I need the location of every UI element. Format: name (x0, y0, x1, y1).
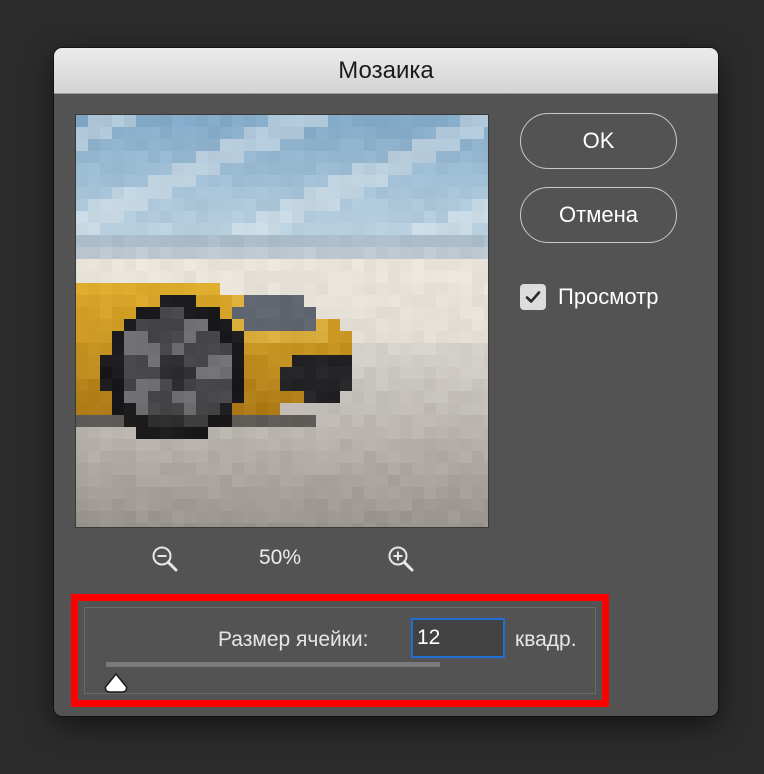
cell-size-unit: квадр. (515, 628, 577, 651)
filter-preview-image[interactable] (75, 114, 489, 528)
zoom-out-icon[interactable] (150, 544, 180, 574)
cell-size-group: Размер ячейки: квадр. (84, 607, 596, 694)
cell-size-slider[interactable] (106, 662, 440, 667)
mosaic-dialog: Мозаика OK Отмена Просмотр 50% Размер яч… (54, 48, 718, 716)
checkmark-icon (525, 291, 541, 303)
slider-thumb[interactable] (104, 672, 128, 693)
dialog-title: Мозаика (54, 48, 718, 94)
cell-size-input[interactable] (411, 618, 505, 658)
mosaic-preview-graphic (76, 115, 488, 527)
preview-checkbox-label: Просмотр (558, 284, 659, 309)
cell-size-highlight: Размер ячейки: квадр. (71, 594, 609, 707)
zoom-controls: 50% (150, 544, 420, 576)
zoom-in-icon[interactable] (386, 544, 416, 574)
ok-button[interactable]: OK (520, 113, 677, 169)
cancel-button[interactable]: Отмена (520, 187, 677, 243)
checkbox-box[interactable] (520, 284, 546, 310)
preview-checkbox[interactable]: Просмотр (520, 284, 658, 310)
cell-size-label: Размер ячейки: (218, 628, 369, 651)
zoom-level: 50% (258, 546, 302, 569)
